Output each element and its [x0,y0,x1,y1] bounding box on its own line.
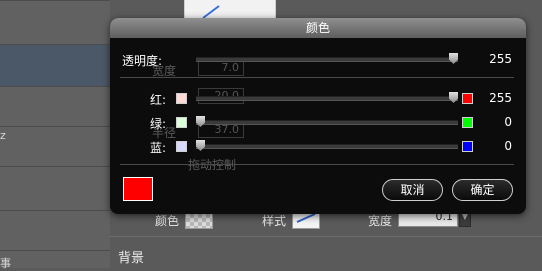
list-item-selected[interactable] [0,44,110,86]
list-item[interactable] [0,0,110,20]
color-field-label: 颜色 [155,214,180,228]
list-item[interactable] [0,86,110,126]
green-slider-track[interactable] [196,120,458,125]
color-preview-swatch [123,177,153,201]
color-dialog: 颜色 宽度 7.0 20.0 半径 37.0 拖动控制 透明度: 255 红: … [110,18,526,214]
width-field-label: 宽度 [368,214,393,228]
opacity-slider-track[interactable] [196,57,458,62]
cancel-button[interactable]: 取消 [382,179,443,201]
green-min-swatch [176,117,187,128]
blue-slider-thumb[interactable] [196,140,205,151]
opacity-slider-thumb[interactable] [449,53,458,64]
red-slider-track[interactable] [196,96,458,101]
dialog-title[interactable]: 颜色 [110,18,526,38]
blue-value: 0 [504,139,512,153]
list-item[interactable]: 事 [0,250,110,270]
list-item-text: 事 [0,257,11,270]
list-item-text: z [0,129,6,142]
blue-label: 蓝: [150,141,167,155]
blue-max-swatch [462,141,473,152]
divider [120,164,514,165]
red-slider-thumb[interactable] [449,92,458,103]
section-divider [110,236,542,237]
ok-button[interactable]: 确定 [452,179,513,201]
opacity-label: 透明度: [122,54,163,68]
style-field-label: 样式 [262,214,287,228]
list-item[interactable] [0,166,110,210]
left-panel: z 事 [0,0,110,270]
red-max-swatch [462,93,473,104]
section-title: 背景 [118,251,145,266]
list-item[interactable] [0,210,110,250]
red-label: 红: [150,93,167,107]
green-max-swatch [462,117,473,128]
red-value: 255 [489,91,512,105]
ghost-width-value: 7.0 [198,60,244,76]
line-preview-icon [202,5,220,19]
green-value: 0 [504,115,512,129]
blue-slider-track[interactable] [196,144,458,149]
opacity-value: 255 [489,52,512,66]
red-min-swatch [176,93,187,104]
blue-min-swatch [176,141,187,152]
divider [120,77,514,78]
list-item[interactable]: z [0,126,110,166]
green-label: 绿: [150,117,167,131]
line-preview-thumbnail [184,0,276,20]
